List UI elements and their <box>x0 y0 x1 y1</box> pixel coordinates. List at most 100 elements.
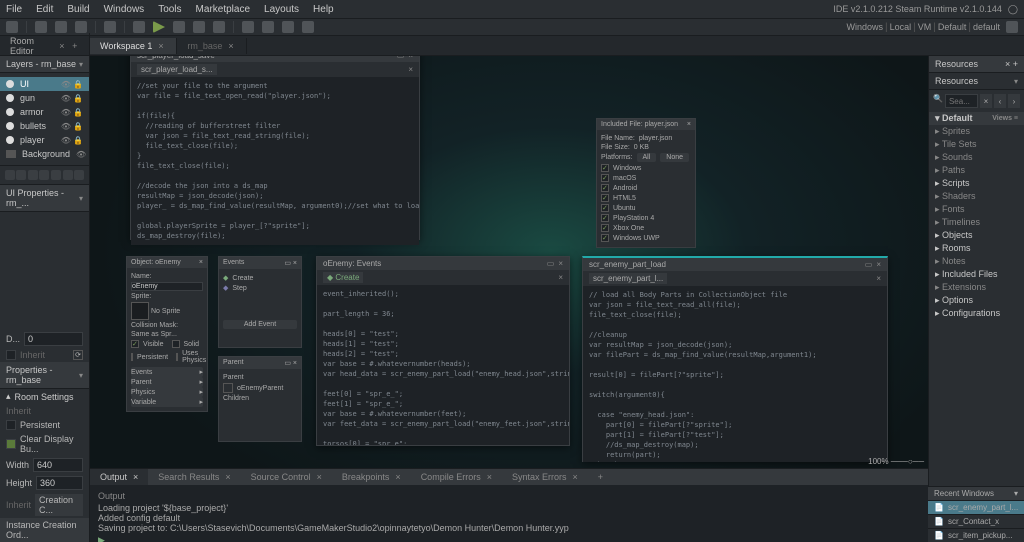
tree-fonts[interactable]: ▸ Fonts <box>929 203 1024 216</box>
code-window-enemy-events[interactable]: oEnemy: Events▭× ◆ Create× event_inherit… <box>316 256 570 446</box>
plat-checkbox[interactable] <box>601 184 609 192</box>
variable-button[interactable]: Variable▸ <box>131 397 203 407</box>
chevron-down-icon[interactable]: ▾ <box>79 60 83 69</box>
parent-window[interactable]: Parent▭ × Parent oEnemyParent Children <box>218 356 302 442</box>
visible-checkbox[interactable] <box>131 340 139 348</box>
lock-icon[interactable]: 🔒 <box>73 122 83 131</box>
visibility-icon[interactable]: 👁 <box>61 94 71 103</box>
resource-search-input[interactable] <box>945 94 978 108</box>
room-settings-section[interactable]: ▴ Room Settings <box>0 389 89 404</box>
events-window[interactable]: Events▭ × ◆Create ◆Step Add Event <box>218 256 302 348</box>
close-icon[interactable]: × <box>487 472 492 482</box>
creation-row[interactable]: InheritCreation C... <box>0 492 89 518</box>
close-icon[interactable]: × <box>687 121 691 128</box>
zoom-indicator[interactable]: 100% ───○── <box>868 457 924 466</box>
tab-output[interactable]: Output× <box>90 469 148 485</box>
home-icon[interactable] <box>6 21 18 33</box>
target-platform[interactable]: Windows <box>846 22 883 32</box>
visibility-icon[interactable]: 👁 <box>61 80 71 89</box>
maximize-icon[interactable]: ▭ <box>284 360 291 367</box>
add-folder-icon[interactable] <box>63 170 73 180</box>
chevron-down-icon[interactable]: ▾ <box>79 194 83 203</box>
window-header[interactable]: Parent▭ × <box>219 357 301 369</box>
maximize-icon[interactable]: ▭ <box>284 260 291 267</box>
plat-checkbox[interactable] <box>601 204 609 212</box>
code-tab[interactable]: scr_enemy_part_l... <box>589 273 667 284</box>
tree-configs[interactable]: ▸ Configurations <box>929 307 1024 320</box>
menu-tools[interactable]: Tools <box>158 4 181 15</box>
next-icon[interactable]: › <box>1008 94 1020 108</box>
physics-checkbox[interactable] <box>176 353 178 361</box>
close-icon[interactable]: × <box>228 42 236 50</box>
plat-checkbox[interactable] <box>601 234 609 242</box>
tab-rmbase[interactable]: rm_base × <box>177 38 247 54</box>
tree-objects[interactable]: ▸ Objects <box>929 229 1024 242</box>
close-icon[interactable]: × <box>876 274 881 283</box>
code-window-player-load[interactable]: scr_player_load_save▭× scr_player_load_s… <box>130 56 420 240</box>
menu-build[interactable]: Build <box>67 4 89 15</box>
clean-icon[interactable] <box>213 21 225 33</box>
tree-default[interactable]: ▾ DefaultViews ≡ <box>929 112 1024 125</box>
layer-ui[interactable]: UI👁🔒 <box>0 77 89 91</box>
menu-windows[interactable]: Windows <box>104 4 145 15</box>
close-icon[interactable]: × <box>59 42 66 50</box>
add-event-button[interactable]: Add Event <box>223 320 297 329</box>
close-icon[interactable]: × <box>225 472 230 482</box>
maximize-icon[interactable]: ▭ <box>547 259 555 268</box>
add-tile-layer-icon[interactable] <box>28 170 38 180</box>
close-icon[interactable]: × <box>158 42 166 50</box>
code-editor[interactable]: //set your file to the argument var file… <box>131 77 419 245</box>
all-button[interactable]: All <box>637 153 657 162</box>
recent-item[interactable]: 📄scr_enemy_part_l... <box>928 500 1024 514</box>
plat-checkbox[interactable] <box>601 224 609 232</box>
tree-rooms[interactable]: ▸ Rooms <box>929 242 1024 255</box>
add-layer-icon[interactable] <box>5 170 15 180</box>
stop-icon[interactable] <box>193 21 205 33</box>
plat-checkbox[interactable] <box>601 214 609 222</box>
tab-breakpoints[interactable]: Breakpoints× <box>332 469 411 485</box>
menu-help[interactable]: Help <box>313 4 334 15</box>
delete-layer-icon[interactable] <box>74 170 84 180</box>
add-tab-icon[interactable]: + <box>588 469 613 485</box>
close-icon[interactable]: × <box>558 273 563 282</box>
layer-armor[interactable]: armor👁🔒 <box>0 105 89 119</box>
target-config[interactable]: Default <box>938 22 967 32</box>
window-header[interactable]: scr_enemy_part_load▭× <box>583 258 887 271</box>
tree-extensions[interactable]: ▸ Extensions <box>929 281 1024 294</box>
chevron-down-icon[interactable]: ▾ <box>79 371 83 380</box>
window-header[interactable]: oEnemy: Events▭× <box>317 257 569 270</box>
close-icon[interactable]: × <box>408 65 413 74</box>
included-file-window[interactable]: Included File: player.json× File Name:pl… <box>596 118 696 248</box>
close-icon[interactable]: × <box>1005 59 1010 69</box>
visibility-icon[interactable]: 👁 <box>61 122 71 131</box>
tree-scripts[interactable]: ▸ Scripts <box>929 177 1024 190</box>
window-header[interactable]: Included File: player.json× <box>597 119 695 130</box>
tree-sounds[interactable]: ▸ Sounds <box>929 151 1024 164</box>
plat-checkbox[interactable] <box>601 174 609 182</box>
tree-shaders[interactable]: ▸ Shaders <box>929 190 1024 203</box>
notify-icon[interactable]: ◯ <box>1008 4 1018 15</box>
close-icon[interactable]: × <box>317 472 322 482</box>
build-icon[interactable] <box>133 21 145 33</box>
debug-icon[interactable] <box>104 21 116 33</box>
docs-icon[interactable] <box>302 21 314 33</box>
zoom-in-icon[interactable] <box>282 21 294 33</box>
save-icon[interactable] <box>75 21 87 33</box>
tree-paths[interactable]: ▸ Paths <box>929 164 1024 177</box>
resources-subheader[interactable]: Resources▾ <box>929 73 1024 90</box>
none-button[interactable]: None <box>660 153 689 162</box>
add-bg-layer-icon[interactable] <box>51 170 61 180</box>
object-window[interactable]: Object: oEnemy× Name: Sprite: No Sprite … <box>126 256 208 412</box>
visibility-icon[interactable]: 👁 <box>61 108 71 117</box>
persistent-checkbox[interactable] <box>6 420 16 430</box>
solid-checkbox[interactable] <box>172 340 180 348</box>
add-path-layer-icon[interactable] <box>39 170 49 180</box>
output-body[interactable]: Output Loading project '${base_project}'… <box>90 485 928 542</box>
code-window-scr-enemy[interactable]: scr_enemy_part_load▭× scr_enemy_part_l..… <box>582 256 888 462</box>
tab-source-control[interactable]: Source Control× <box>241 469 332 485</box>
maximize-icon[interactable]: ▭ <box>865 260 873 269</box>
menu-layouts[interactable]: Layouts <box>264 4 299 15</box>
tree-included[interactable]: ▸ Included Files <box>929 268 1024 281</box>
code-editor[interactable]: event_inherited(); part_length = 36; hea… <box>317 285 569 445</box>
recent-item[interactable]: 📄scr_Contact_x <box>928 514 1024 528</box>
